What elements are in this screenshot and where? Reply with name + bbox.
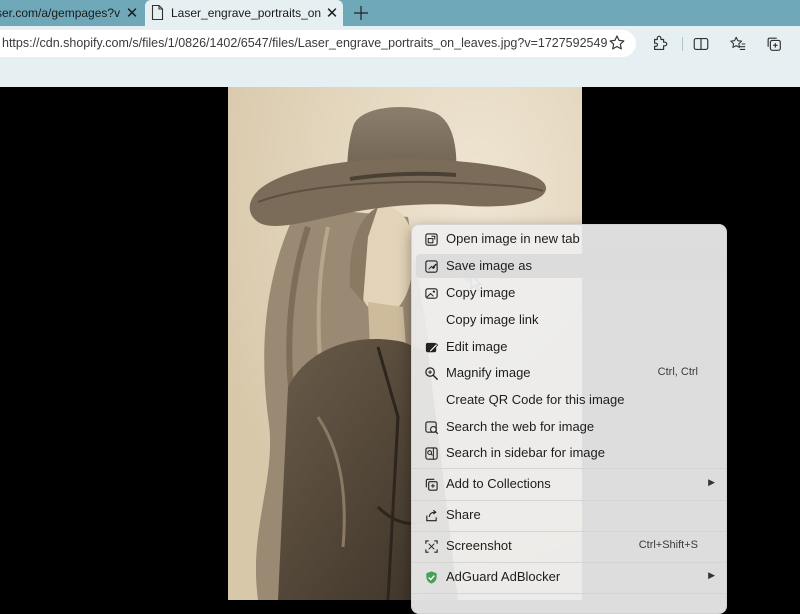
close-icon[interactable]: ✕	[125, 5, 139, 22]
menu-item-label: Copy image	[446, 285, 516, 300]
tab-title: Laser_engrave_portraits_on_leave	[171, 6, 321, 20]
star-icon[interactable]	[608, 34, 626, 55]
tab-laser-engrave[interactable]: Laser_engrave_portraits_on_leave ✕	[145, 0, 343, 26]
screenshot-icon	[423, 538, 439, 554]
favorites-icon[interactable]	[728, 34, 748, 54]
document-icon	[151, 4, 164, 23]
menu-item-save-image-as[interactable]: Save image as	[416, 254, 724, 278]
chevron-right-icon: ▶	[708, 477, 715, 487]
tab-gempages[interactable]: ser.com/a/gempages?versic ✕	[0, 0, 143, 26]
magnify-icon	[423, 365, 439, 381]
menu-item-shortcut: Ctrl, Ctrl	[657, 366, 698, 378]
menu-item-copy-image[interactable]: Copy image	[416, 281, 724, 305]
favorites-bar	[0, 61, 800, 87]
menu-item-label: Copy image link	[446, 312, 539, 327]
menu-item-label: Open image in new tab	[446, 231, 580, 246]
menu-item-create-qr-code[interactable]: Create QR Code for this image	[416, 388, 724, 412]
edit-image-icon	[423, 339, 439, 355]
menu-item-share[interactable]: Share	[416, 503, 724, 527]
menu-item-label: Search the web for image	[446, 419, 595, 434]
menu-separator	[412, 562, 726, 563]
menu-item-label: Edit image	[446, 339, 508, 354]
collections-icon	[423, 476, 439, 492]
extensions-icon[interactable]	[650, 34, 670, 54]
plus-icon	[354, 6, 368, 20]
menu-item-add-to-collections[interactable]: Add to Collections ▶	[416, 472, 724, 496]
menu-item-search-web-for-image[interactable]: Search the web for image	[416, 415, 724, 439]
sidebar-search-icon	[423, 445, 439, 461]
address-url[interactable]: https://cdn.shopify.com/s/files/1/0826/1…	[2, 36, 607, 50]
toolbar-divider	[682, 37, 683, 51]
menu-item-adguard-adblocker[interactable]: AdGuard AdBlocker ▶	[416, 565, 724, 589]
menu-item-magnify-image[interactable]: Magnify image Ctrl, Ctrl	[416, 361, 724, 385]
menu-item-copy-image-link[interactable]: Copy image link	[416, 308, 724, 332]
menu-item-label: Screenshot	[446, 538, 512, 553]
split-screen-icon[interactable]	[691, 34, 711, 54]
menu-item-screenshot[interactable]: Screenshot Ctrl+Shift+S	[416, 534, 724, 558]
menu-separator	[412, 468, 726, 469]
menu-item-shortcut: Ctrl+Shift+S	[638, 539, 698, 551]
menu-item-label: AdGuard AdBlocker	[446, 569, 561, 584]
menu-separator	[412, 500, 726, 501]
image-context-menu: Open image in new tab Save image as Copy…	[411, 224, 727, 614]
open-new-tab-icon	[423, 231, 439, 247]
menu-item-label: Add to Collections	[446, 476, 551, 491]
collections-icon[interactable]	[764, 34, 784, 54]
tab-title: ser.com/a/gempages?versic	[0, 6, 120, 20]
save-image-icon	[423, 258, 439, 274]
menu-item-search-sidebar-for-image[interactable]: Search in sidebar for image	[416, 441, 724, 465]
tab-strip: ser.com/a/gempages?versic ✕ Laser_engrav…	[0, 0, 800, 26]
new-tab-button[interactable]	[350, 2, 372, 24]
chevron-right-icon: ▶	[708, 570, 715, 580]
copy-image-icon	[423, 285, 439, 301]
share-icon	[423, 507, 439, 523]
menu-item-label: Magnify image	[446, 365, 531, 380]
menu-item-edit-image[interactable]: Edit image	[416, 335, 724, 359]
visual-search-icon	[423, 419, 439, 435]
menu-item-label: Search in sidebar for image	[446, 445, 605, 460]
menu-separator	[412, 531, 726, 532]
menu-item-label: Create QR Code for this image	[446, 392, 625, 407]
adguard-shield-icon	[423, 569, 439, 585]
close-icon[interactable]: ✕	[325, 5, 339, 22]
menu-item-label: Save image as	[446, 258, 532, 273]
menu-item-label: Share	[446, 507, 481, 522]
menu-item-open-image-new-tab[interactable]: Open image in new tab	[416, 227, 724, 251]
browser-toolbar: https://cdn.shopify.com/s/files/1/0826/1…	[0, 26, 800, 61]
address-bar[interactable]: https://cdn.shopify.com/s/files/1/0826/1…	[0, 30, 636, 57]
menu-separator	[412, 593, 726, 594]
